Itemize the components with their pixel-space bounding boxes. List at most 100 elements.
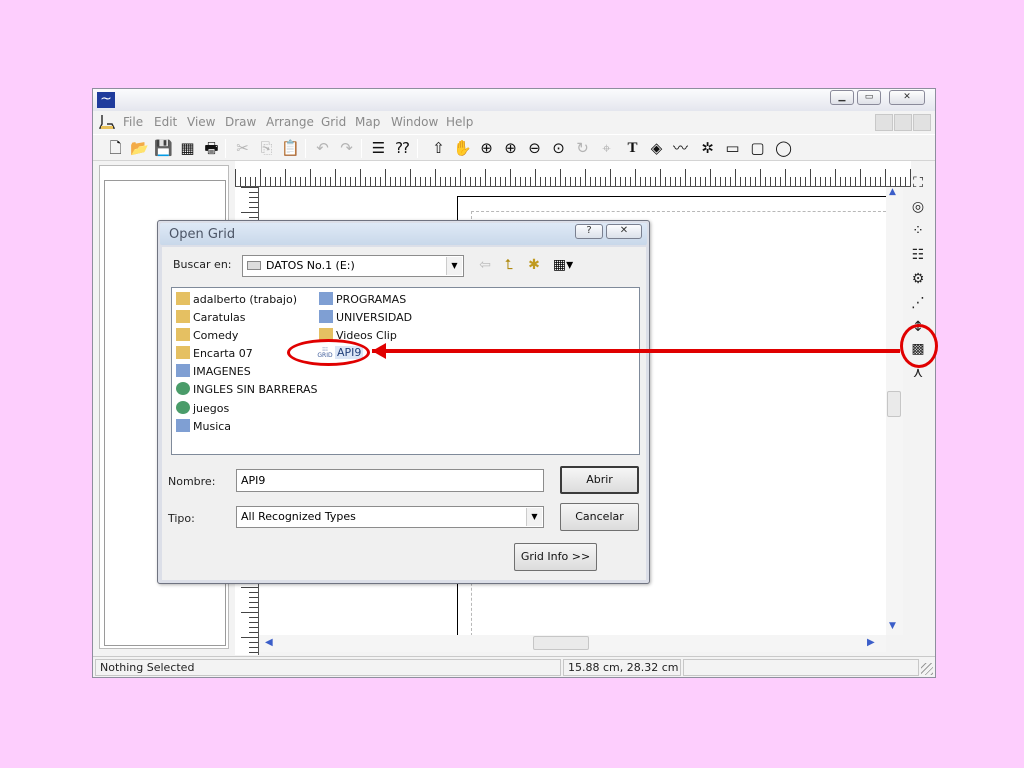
polygon-tool-icon[interactable]: ◈ xyxy=(647,139,666,157)
up-folder-icon[interactable]: ⮤ xyxy=(500,257,518,273)
copy-icon[interactable]: ⎘ xyxy=(257,139,276,157)
rounded-rectangle-tool-icon[interactable]: ▢ xyxy=(748,139,767,157)
list-item[interactable]: IMAGENES xyxy=(176,364,251,381)
image-map-icon[interactable]: ⚙ xyxy=(908,269,928,289)
new-folder-icon[interactable]: ✱ xyxy=(525,257,543,273)
chevron-down-icon[interactable]: ▼ xyxy=(446,257,462,275)
shaded-relief-map-icon[interactable]: ⋰ xyxy=(908,293,928,313)
annotation-ring-toolbar xyxy=(900,324,938,368)
menu-window[interactable]: Window xyxy=(391,115,438,129)
globe-icon xyxy=(176,382,190,395)
list-item[interactable]: Encarta 07 xyxy=(176,346,253,363)
close-window-button[interactable]: ✕ xyxy=(889,90,925,105)
zoom-in-icon[interactable]: ⊕ xyxy=(501,139,520,157)
shortcut-icon xyxy=(176,419,190,432)
chevron-down-icon[interactable]: ▼ xyxy=(526,508,542,526)
open-folder-icon[interactable]: 📂 xyxy=(130,139,149,157)
look-in-combo[interactable]: DATOS No.1 (E:) ▼ xyxy=(242,255,464,277)
dialog-title: Open Grid xyxy=(169,227,236,242)
menu-view[interactable]: View xyxy=(187,115,215,129)
list-item[interactable]: adalberto (trabajo) xyxy=(176,292,297,309)
cancel-button[interactable]: Cancelar xyxy=(560,503,639,531)
open-button[interactable]: Abrir xyxy=(560,466,639,494)
worksheet-icon[interactable]: ▦ xyxy=(178,139,197,157)
save-icon[interactable]: 💾 xyxy=(154,139,173,157)
digitize-icon[interactable]: ⌖ xyxy=(597,139,616,157)
file-name-input[interactable]: API9 xyxy=(236,469,544,492)
view-menu-icon[interactable]: ▦▾ xyxy=(549,257,577,273)
list-item[interactable]: UNIVERSIDAD xyxy=(319,310,412,327)
paste-icon[interactable]: 📋 xyxy=(281,139,300,157)
print-icon[interactable]: 🖶 xyxy=(202,139,221,157)
new-file-icon[interactable]: 🗋 xyxy=(106,139,125,157)
polyline-tool-icon[interactable]: 〰 xyxy=(671,139,690,157)
symbol-tool-icon[interactable]: ✲ xyxy=(698,139,717,157)
folder-icon xyxy=(176,328,190,341)
file-list[interactable]: adalberto (trabajo) Caratulas Comedy Enc… xyxy=(171,287,640,455)
text-tool-icon[interactable]: T xyxy=(623,139,642,157)
base-map-icon[interactable]: ⛶ xyxy=(908,173,928,193)
mdi-minimize-button[interactable] xyxy=(875,114,893,131)
contour-map-icon[interactable]: ◎ xyxy=(908,197,928,217)
mdi-restore-button[interactable] xyxy=(894,114,912,131)
status-coordinates: 15.88 cm, 28.32 cm xyxy=(563,659,681,676)
resize-grip-icon[interactable] xyxy=(921,663,933,675)
vertical-scrollbar[interactable]: ▲ ▼ xyxy=(886,187,903,635)
list-item[interactable]: Musica xyxy=(176,419,231,436)
list-item[interactable]: juegos xyxy=(176,401,229,418)
menu-map[interactable]: Map xyxy=(355,115,380,129)
list-item[interactable]: INGLES SIN BARRERAS xyxy=(176,382,318,399)
scroll-right-icon[interactable]: ▶ xyxy=(867,637,875,648)
folder-icon xyxy=(176,292,190,305)
horizontal-scroll-thumb[interactable] xyxy=(533,636,589,650)
horizontal-scrollbar[interactable]: ◀ ▶ xyxy=(259,635,886,652)
list-item[interactable]: PROGRAMAS xyxy=(319,292,406,309)
globe-icon xyxy=(176,401,190,414)
rotate-icon[interactable]: ↻ xyxy=(573,139,592,157)
menu-arrange[interactable]: Arrange xyxy=(266,115,314,129)
list-item[interactable]: Caratulas xyxy=(176,310,246,327)
back-arrow-icon[interactable]: ⇦ xyxy=(476,257,494,273)
menu-edit[interactable]: Edit xyxy=(154,115,177,129)
scroll-left-icon[interactable]: ◀ xyxy=(265,637,273,648)
cut-icon[interactable]: ✂ xyxy=(233,139,252,157)
menu-file[interactable]: File xyxy=(123,115,143,129)
redo-icon[interactable]: ↷ xyxy=(337,139,356,157)
pan-hand-icon[interactable]: ✋ xyxy=(453,139,472,157)
file-type-select[interactable]: All Recognized Types ▼ xyxy=(236,506,544,528)
rectangle-tool-icon[interactable]: ▭ xyxy=(723,139,742,157)
select-arrow-icon[interactable]: ⇧ xyxy=(429,139,448,157)
maximize-button[interactable]: ▭ xyxy=(857,90,881,105)
undo-icon[interactable]: ↶ xyxy=(313,139,332,157)
menu-grid[interactable]: Grid xyxy=(321,115,346,129)
list-item[interactable]: Comedy xyxy=(176,328,238,345)
zoom-out-icon[interactable]: ⊖ xyxy=(525,139,544,157)
zoom-rectangle-icon[interactable]: ⊕ xyxy=(477,139,496,157)
status-bar: Nothing Selected 15.88 cm, 28.32 cm xyxy=(93,656,935,677)
scroll-down-icon[interactable]: ▼ xyxy=(889,621,896,631)
vertical-scroll-thumb[interactable] xyxy=(887,391,901,417)
minimize-button[interactable]: ▁ xyxy=(830,90,854,105)
menu-help[interactable]: Help xyxy=(446,115,473,129)
main-toolbar: 🗋 📂 💾 ▦ 🖶 ✂ ⎘ 📋 ↶ ↷ ☰ ⁇ ⇧ ✋ ⊕ ⊕ ⊖ ⊙ ↻ ⌖ … xyxy=(93,134,935,161)
grid-info-button[interactable]: Grid Info >> xyxy=(514,543,597,571)
dialog-help-button[interactable]: ? xyxy=(575,224,603,239)
classed-post-map-icon[interactable]: ☷ xyxy=(908,245,928,265)
menu-draw[interactable]: Draw xyxy=(225,115,256,129)
post-map-icon[interactable]: ⁘ xyxy=(908,221,928,241)
app-logo-icon[interactable]: ~ xyxy=(97,92,115,108)
ellipse-tool-icon[interactable]: ◯ xyxy=(774,139,793,157)
help-pointer-icon[interactable]: ⁇ xyxy=(393,139,412,157)
toolbar-separator xyxy=(305,139,306,158)
dialog-close-button[interactable]: ✕ xyxy=(606,224,642,239)
look-in-label: Buscar en: xyxy=(173,258,232,271)
scroll-up-icon[interactable]: ▲ xyxy=(889,187,896,197)
zoom-page-icon[interactable]: ⊙ xyxy=(549,139,568,157)
mdi-close-button[interactable] xyxy=(913,114,931,131)
document-icon[interactable] xyxy=(98,114,116,130)
open-grid-dialog: Open Grid ? ✕ Buscar en: DATOS No.1 (E:)… xyxy=(157,220,650,584)
shortcut-icon xyxy=(319,310,333,323)
toolbar-separator xyxy=(361,139,362,158)
shortcut-icon xyxy=(176,364,190,377)
object-manager-icon[interactable]: ☰ xyxy=(369,139,388,157)
